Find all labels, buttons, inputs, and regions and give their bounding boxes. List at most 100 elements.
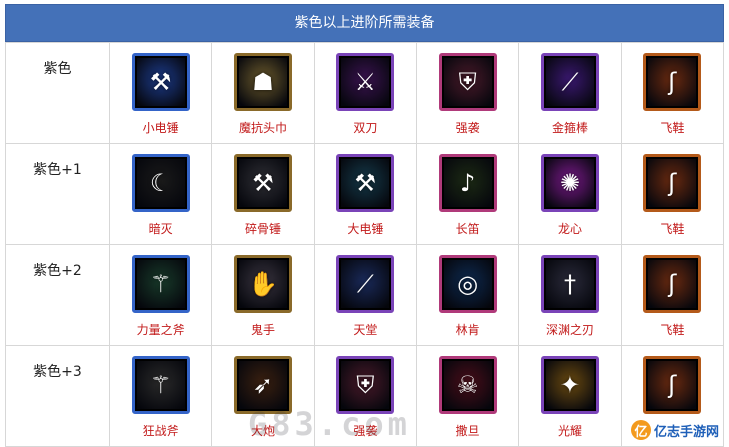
equipment-item[interactable]: ✦ 光耀	[519, 346, 620, 446]
skull-icon[interactable]: ☠	[438, 356, 497, 414]
equipment-item[interactable]: ☾ 暗灭	[110, 144, 211, 244]
equipment-item[interactable]: ʃ 飞鞋	[622, 43, 723, 143]
dragon-heart-icon[interactable]: ✺	[540, 154, 599, 212]
item-cell[interactable]: ◎ 林肯	[415, 244, 520, 346]
item-cell[interactable]: ⚒ 小电锤	[108, 42, 213, 144]
staff-icon[interactable]: ⟋	[540, 53, 599, 111]
item-name: 碎骨锤	[244, 222, 281, 236]
flute-icon[interactable]: ♪	[438, 154, 497, 212]
brand-name: 亿志手游网	[653, 424, 719, 440]
orb-icon[interactable]: ◎	[438, 255, 497, 313]
abyssal-blade-icon[interactable]: †	[540, 255, 599, 313]
radiance-sword-icon[interactable]: ✦	[540, 356, 599, 414]
item-name: 天堂	[353, 323, 378, 337]
axe-icon[interactable]: ⚚	[131, 255, 190, 313]
table-row: 紫色+2 ⚚ 力量之斧 ✋ 鬼手 ⟋ 天堂 ◎ 林肯 † 深渊之刃 ʃ 飞鞋	[5, 244, 725, 346]
item-name: 撒旦	[455, 424, 480, 438]
watermark: G83.com	[248, 405, 411, 443]
icon-glyph: ☾	[149, 169, 172, 197]
icon-glyph: ⚚	[149, 371, 172, 399]
item-cell[interactable]: ☾ 暗灭	[108, 143, 213, 245]
item-cell[interactable]: ☠ 撒旦	[415, 345, 520, 447]
helmet-icon[interactable]: ☗	[233, 53, 292, 111]
equipment-item[interactable]: ⛨ 强袭	[417, 43, 518, 143]
boot-icon[interactable]: ʃ	[643, 255, 702, 313]
item-name: 大电锤	[347, 222, 384, 236]
table-row: 紫色 ⚒ 小电锤 ☗ 魔抗头巾 ⚔ 双刀 ⛨ 强袭 ⟋ 金箍棒 ʃ 飞鞋	[5, 42, 725, 144]
item-cell[interactable]: ⛨ 强袭	[415, 42, 520, 144]
item-cell[interactable]: ʃ 飞鞋	[620, 143, 725, 245]
item-cell[interactable]: ⚔ 双刀	[313, 42, 417, 144]
item-cell[interactable]: ⚒ 碎骨锤	[211, 143, 315, 245]
equipment-item[interactable]: ⚔ 双刀	[315, 43, 416, 143]
icon-glyph: ⚒	[252, 169, 274, 197]
equipment-item[interactable]: † 深渊之刃	[519, 245, 620, 345]
icon-glyph: ✦	[559, 371, 581, 399]
icon-glyph: ⚔	[354, 68, 377, 96]
item-cell[interactable]: † 深渊之刃	[518, 244, 622, 346]
war-hammer-icon[interactable]: ⚒	[233, 154, 292, 212]
item-cell[interactable]: ☗ 魔抗头巾	[211, 42, 315, 144]
equipment-item[interactable]: ⚒ 大电锤	[315, 144, 416, 244]
item-name: 小电锤	[142, 121, 179, 135]
icon-glyph: ♪	[459, 169, 476, 197]
equipment-item[interactable]: ʃ 飞鞋	[622, 144, 723, 244]
equipment-item[interactable]: ☠ 撒旦	[417, 346, 518, 446]
equipment-item[interactable]: ⚒ 小电锤	[110, 43, 211, 143]
equipment-item[interactable]: ⚚ 力量之斧	[110, 245, 211, 345]
boot-icon[interactable]: ʃ	[643, 53, 702, 111]
icon-glyph: ⟋	[561, 68, 579, 96]
item-cell[interactable]: ✺ 龙心	[518, 143, 622, 245]
item-name: 鬼手	[250, 323, 275, 337]
equipment-item[interactable]: ʃ 飞鞋	[622, 245, 723, 345]
equipment-item[interactable]: ⟋ 金箍棒	[519, 43, 620, 143]
equipment-table-container: 紫色以上进阶所需装备 紫色 ⚒ 小电锤 ☗ 魔抗头巾 ⚔ 双刀 ⛨ 强袭 ⟋ 金箍棒 ʃ 飞鞋 紫色+1 ☾…	[5, 4, 725, 447]
item-cell[interactable]: ♪ 长笛	[415, 143, 520, 245]
item-cell[interactable]: ⟋ 金箍棒	[518, 42, 622, 144]
equipment-item[interactable]: ◎ 林肯	[417, 245, 518, 345]
table-row: 紫色+1 ☾ 暗灭 ⚒ 碎骨锤 ⚒ 大电锤 ♪ 长笛 ✺ 龙心 ʃ 飞鞋	[5, 143, 725, 245]
item-cell[interactable]: ʃ 飞鞋	[620, 244, 725, 346]
equipment-item[interactable]: ⟋ 天堂	[315, 245, 416, 345]
boot-icon[interactable]: ʃ	[643, 154, 702, 212]
mace-icon[interactable]: ⚒	[336, 154, 395, 212]
gauntlet-icon[interactable]: ✋	[233, 255, 292, 313]
equipment-item[interactable]: ⚒ 碎骨锤	[212, 144, 313, 244]
item-cell[interactable]: ⟋ 天堂	[313, 244, 417, 346]
battle-axe-icon[interactable]: ⚚	[131, 356, 190, 414]
icon-glyph: ✋	[248, 270, 278, 298]
icon-glyph: ⟋	[356, 270, 374, 298]
item-cell[interactable]: ʃ 飞鞋	[620, 42, 725, 144]
equipment-item[interactable]: ⚚ 狂战斧	[110, 346, 211, 446]
tier-label: 紫色	[5, 42, 110, 144]
item-name: 暗灭	[148, 222, 173, 236]
halberd-icon[interactable]: ⟋	[336, 255, 395, 313]
icon-glyph: †	[563, 270, 576, 298]
brand-badge[interactable]: 亿 亿志手游网	[626, 417, 723, 443]
boot-icon[interactable]: ʃ	[643, 356, 702, 414]
item-cell[interactable]: ⚒ 大电锤	[313, 143, 417, 245]
item-cell[interactable]: ✋ 鬼手	[211, 244, 315, 346]
item-name: 狂战斧	[142, 424, 179, 438]
icon-glyph: ✺	[559, 169, 581, 197]
equipment-item[interactable]: ☗ 魔抗头巾	[212, 43, 313, 143]
tier-label: 紫色+1	[5, 143, 110, 245]
icon-glyph: ☠	[456, 371, 479, 399]
armor-icon[interactable]: ⛨	[438, 53, 497, 111]
item-name: 飞鞋	[660, 323, 685, 337]
equipment-item[interactable]: ✋ 鬼手	[212, 245, 313, 345]
icon-glyph: ➶	[252, 371, 274, 399]
equipment-table: 紫色 ⚒ 小电锤 ☗ 魔抗头巾 ⚔ 双刀 ⛨ 强袭 ⟋ 金箍棒 ʃ 飞鞋 紫色+1 ☾ 暗灭 ⚒ 碎骨锤 ⚒ 大电锤 ♪…	[5, 42, 725, 447]
equipment-item[interactable]: ✺ 龙心	[519, 144, 620, 244]
equipment-item[interactable]: ♪ 长笛	[417, 144, 518, 244]
claw-blade-icon[interactable]: ☾	[131, 154, 190, 212]
icon-glyph: ⚚	[149, 270, 172, 298]
tier-label: 紫色+3	[5, 345, 110, 447]
icon-glyph: ⚒	[149, 68, 172, 96]
item-cell[interactable]: ✦ 光耀	[518, 345, 622, 447]
item-cell[interactable]: ⚚ 狂战斧	[108, 345, 213, 447]
hammer-icon[interactable]: ⚒	[131, 53, 190, 111]
item-cell[interactable]: ⚚ 力量之斧	[108, 244, 213, 346]
item-name: 力量之斧	[136, 323, 185, 337]
crossed-blades-icon[interactable]: ⚔	[336, 53, 395, 111]
